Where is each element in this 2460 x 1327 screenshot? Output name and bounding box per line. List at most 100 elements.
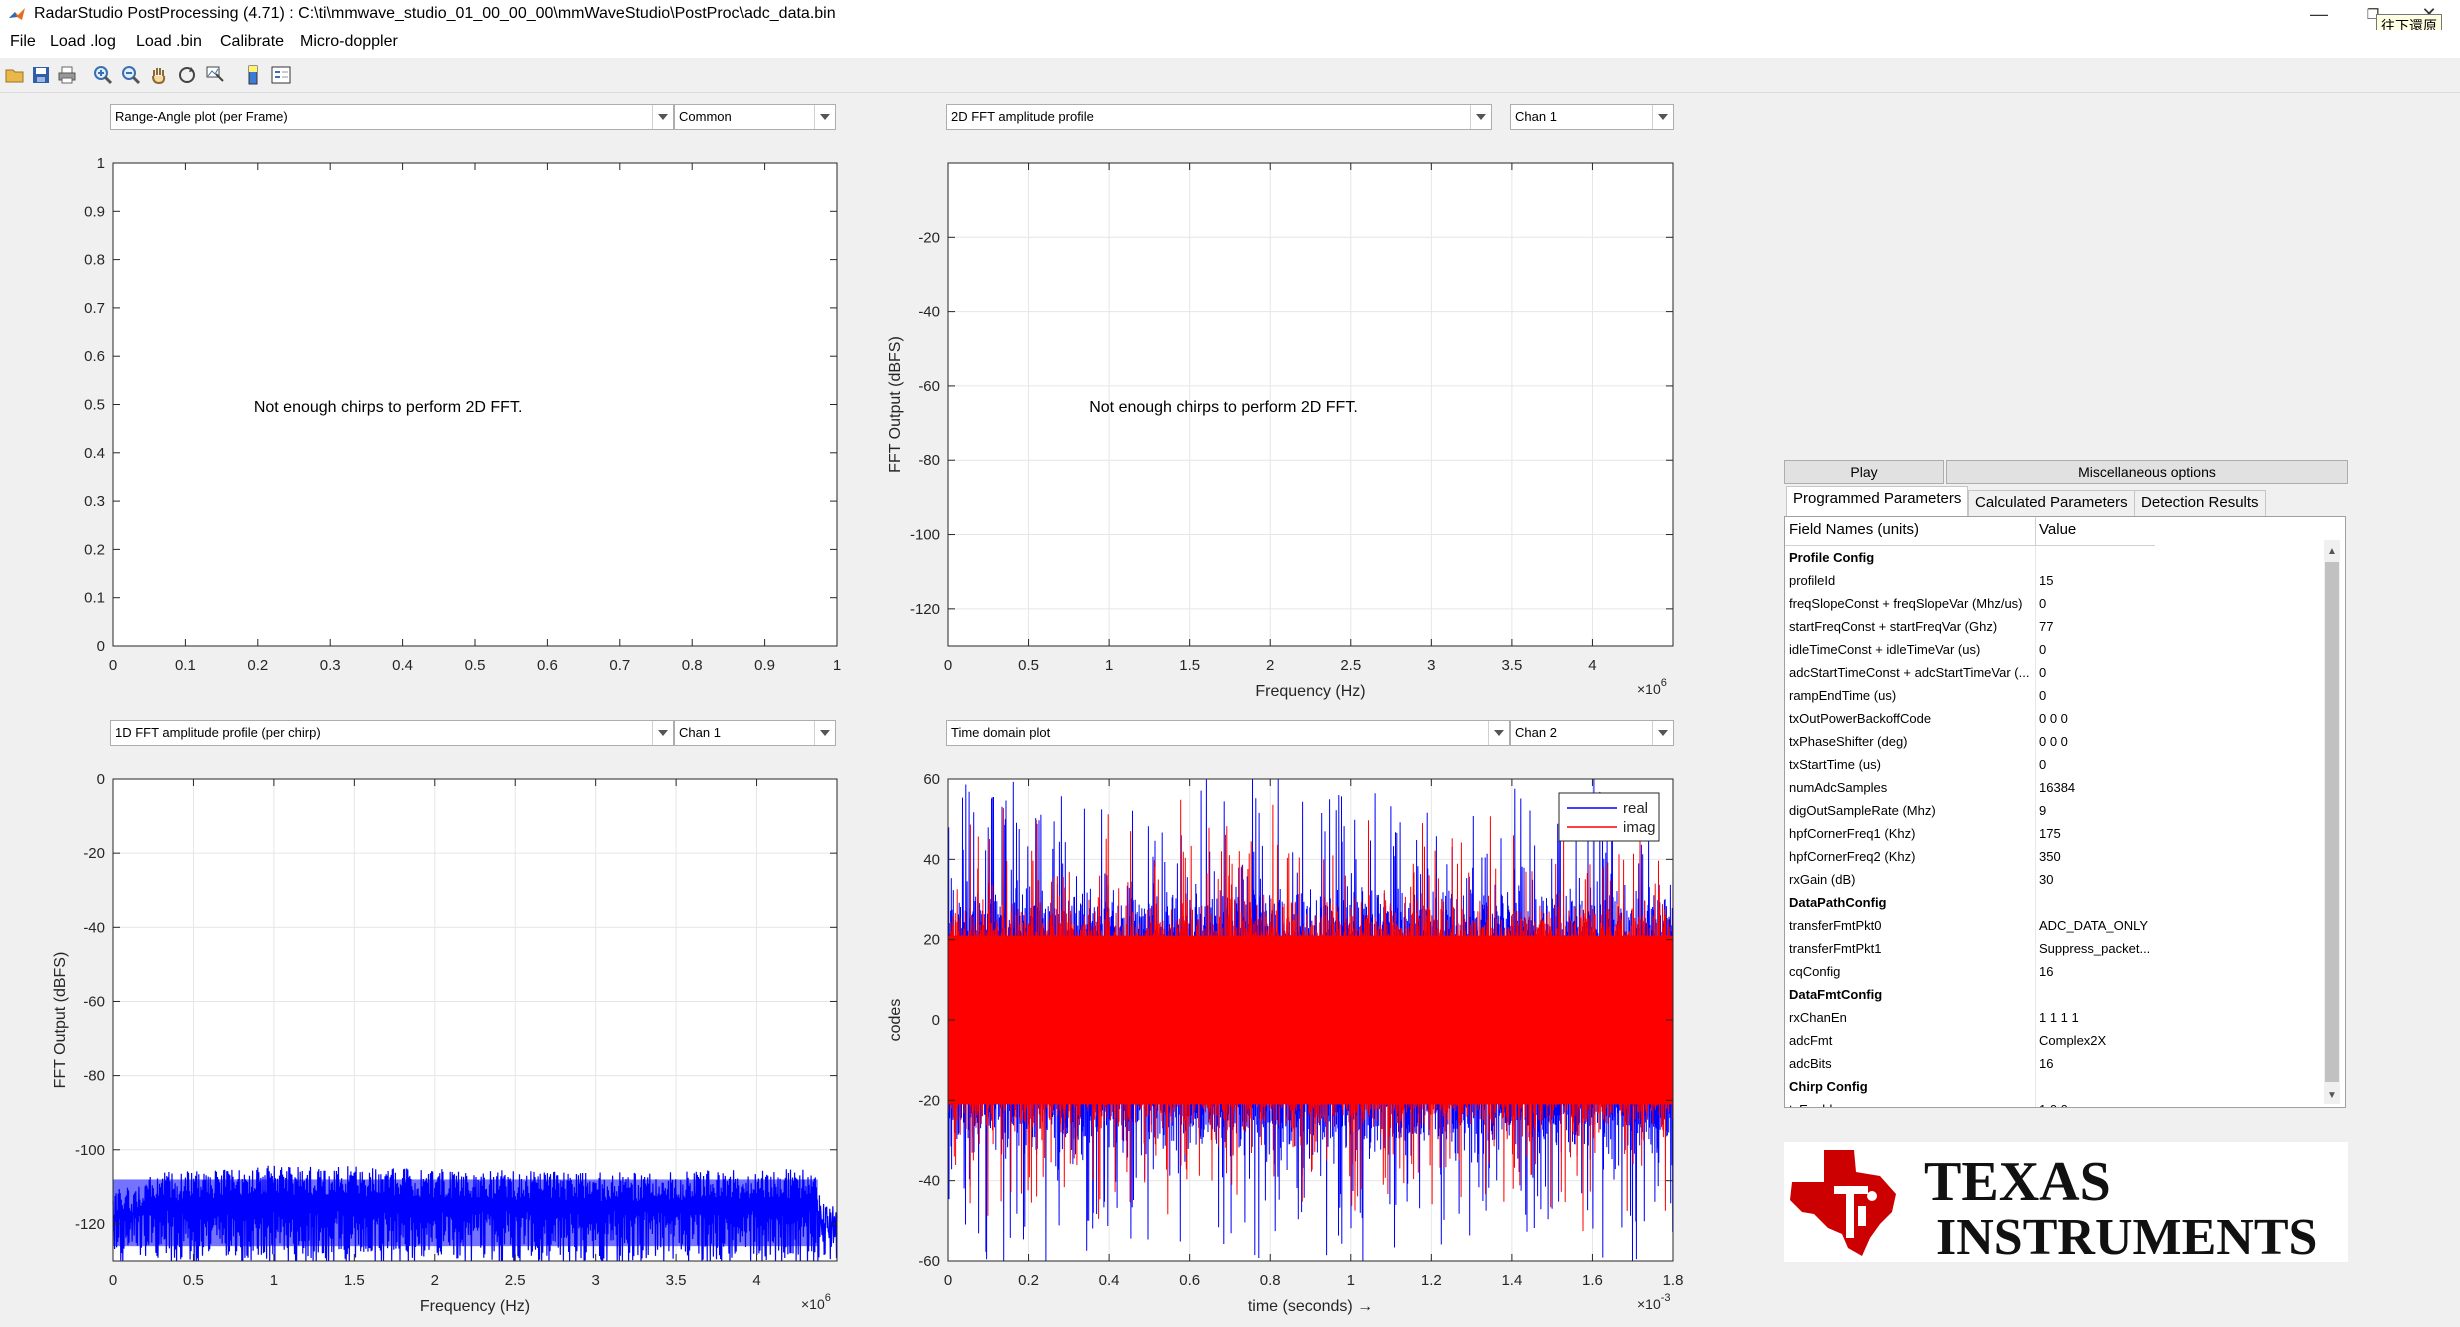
table-row[interactable]: adcStartTimeConst + adcStartTimeVar (...… — [1785, 661, 2155, 684]
x-tick-label: 3 — [591, 1272, 599, 1289]
x-tick-label: 0.8 — [682, 657, 703, 674]
x-axis-exponent: ×10-3 — [1637, 1292, 1671, 1312]
table-row[interactable]: adcBits 16 — [1785, 1052, 2155, 1075]
x-tick-label: 0.2 — [247, 657, 268, 674]
time-domain-plot[interactable]: real imag 0 0.2 0.4 0.6 0.8 1 1.2 1.4 1.6 1.8 60 40 20… — [887, 771, 1683, 1315]
value-cell[interactable]: 0 — [2039, 665, 2153, 680]
y-tick-label: 60 — [923, 771, 940, 788]
value-cell[interactable]: 16 — [2039, 1056, 2153, 1071]
table-row[interactable]: txOutPowerBackoffCode 0 0 0 — [1785, 707, 2155, 730]
tab-calculated-parameters[interactable]: Calculated Parameters — [1968, 490, 2135, 516]
y-tick-label: 0 — [932, 1012, 940, 1029]
x-tick-label: 1.5 — [344, 1272, 365, 1289]
y-tick-label: -120 — [910, 601, 940, 618]
value-cell[interactable]: 0 — [2039, 688, 2153, 703]
value-cell[interactable]: Suppress_packet... — [2039, 941, 2153, 956]
value-cell[interactable]: 16 — [2039, 964, 2153, 979]
table-row[interactable]: rxGain (dB) 30 — [1785, 868, 2155, 891]
x-tick-label: 0.6 — [537, 657, 558, 674]
no-data-message: Not enough chirps to perform 2D FFT. — [1089, 399, 1358, 416]
field-name-cell: txPhaseShifter (deg) — [1789, 734, 1908, 749]
play-button[interactable]: Play — [1784, 460, 1944, 484]
table-row[interactable]: profileId 15 — [1785, 569, 2155, 592]
value-cell[interactable]: 15 — [2039, 573, 2153, 588]
col-field-names[interactable]: Field Names (units) — [1789, 521, 1919, 538]
y-tick-label: 40 — [923, 851, 940, 868]
scroll-down-icon[interactable]: ▼ — [2327, 1090, 2337, 1101]
value-cell[interactable]: 0 0 0 — [2039, 734, 2153, 749]
value-cell[interactable]: 9 — [2039, 803, 2153, 818]
table-row[interactable]: hpfCornerFreq2 (Khz) 350 — [1785, 845, 2155, 868]
value-cell[interactable]: 0 0 0 — [2039, 711, 2153, 726]
table-row[interactable]: rampEndTime (us) 0 — [1785, 684, 2155, 707]
value-cell[interactable]: 0 — [2039, 596, 2153, 611]
scroll-up-icon[interactable]: ▲ — [2327, 546, 2337, 557]
table-section-row[interactable]: Chirp Config — [1785, 1075, 2155, 1098]
field-name-cell: profileId — [1789, 573, 1836, 588]
value-cell[interactable]: 0 — [2039, 642, 2153, 657]
fft2d-amplitude-plot[interactable]: 0 0.5 1 1.5 2 2.5 3 3.5 4 -20 -40 -60 -80 -100 -120 Fre… — [887, 162, 1674, 700]
x-tick-label: 1.5 — [1179, 657, 1200, 674]
field-name-cell: digOutSampleRate (Mhz) — [1789, 803, 1936, 818]
field-name-cell: txEnable — [1789, 1102, 2029, 1107]
field-name-cell: freqSlopeConst + freqSlopeVar (Mhz/us) — [1789, 596, 2023, 611]
table-row[interactable]: transferFmtPkt0 ADC_DATA_ONLY — [1785, 914, 2155, 937]
table-section-row[interactable]: DataPathConfig — [1785, 891, 2155, 914]
y-tick-label: 0.8 — [84, 252, 105, 269]
field-name-cell: hpfCornerFreq2 (Khz) — [1789, 849, 1916, 864]
value-cell[interactable]: 350 — [2039, 849, 2153, 864]
y-tick-label: 0.1 — [84, 590, 105, 607]
tab-programmed-parameters[interactable]: Programmed Parameters — [1786, 486, 1969, 516]
y-tick-label: -80 — [918, 452, 940, 469]
value-cell[interactable]: 30 — [2039, 872, 2153, 887]
value-cell[interactable]: 175 — [2039, 826, 2153, 841]
table-row[interactable]: txEnable 1 0 0 — [1785, 1098, 2155, 1107]
table-row[interactable]: rxChanEn 1 1 1 1 — [1785, 1006, 2155, 1029]
field-name-cell: rampEndTime (us) — [1789, 688, 1897, 703]
y-tick-label: -100 — [910, 527, 940, 544]
x-tick-label: 1 — [1347, 1272, 1355, 1289]
x-tick-label: 0.5 — [183, 1272, 204, 1289]
table-row[interactable]: hpfCornerFreq1 (Khz) 175 — [1785, 822, 2155, 845]
value-cell[interactable]: Complex2X — [2039, 1033, 2153, 1048]
table-row[interactable]: transferFmtPkt1 Suppress_packet... — [1785, 937, 2155, 960]
table-row[interactable]: cqConfig 16 — [1785, 960, 2155, 983]
table-row[interactable]: adcFmt Complex2X — [1785, 1029, 2155, 1052]
minimize-icon[interactable]: — — [2296, 0, 2342, 30]
scrollbar-thumb[interactable] — [2325, 562, 2339, 1082]
value-cell[interactable]: ADC_DATA_ONLY — [2039, 918, 2153, 933]
field-name-cell: adcStartTimeConst + adcStartTimeVar (... — [1789, 665, 2029, 680]
range-angle-plot[interactable]: 0 0.1 0.2 0.3 0.4 0.5 0.6 0.7 0.8 0.9 1 0 0.1 0.2 0.3 0… — [84, 155, 841, 674]
field-name-cell: adcBits — [1789, 1056, 1832, 1071]
value-cell[interactable]: 77 — [2039, 619, 2153, 634]
logo-line2: INSTRUMENTS — [1936, 1209, 2317, 1262]
value-cell[interactable]: 16384 — [2039, 780, 2153, 795]
table-row[interactable]: numAdcSamples 16384 — [1785, 776, 2155, 799]
x-tick-label: 1.8 — [1663, 1272, 1684, 1289]
misc-options-button[interactable]: Miscellaneous options — [1946, 460, 2348, 484]
y-tick-label: -100 — [75, 1142, 105, 1159]
table-row[interactable]: idleTimeConst + idleTimeVar (us) 0 — [1785, 638, 2155, 661]
table-section-row[interactable]: DataFmtConfig — [1785, 983, 2155, 1006]
x-tick-label: 0.1 — [175, 657, 196, 674]
table-row[interactable]: startFreqConst + startFreqVar (Ghz) 77 — [1785, 615, 2155, 638]
y-tick-label: 0.2 — [84, 541, 105, 558]
y-tick-label: -20 — [83, 845, 105, 862]
value-cell[interactable]: 1 0 0 — [2039, 1102, 2153, 1107]
table-row[interactable]: digOutSampleRate (Mhz) 9 — [1785, 799, 2155, 822]
table-section-row[interactable]: Profile Config — [1785, 546, 2155, 569]
table-row[interactable]: txPhaseShifter (deg) 0 0 0 — [1785, 730, 2155, 753]
x-axis-exponent: ×106 — [801, 1292, 831, 1312]
fft1d-amplitude-plot[interactable]: 0 0.5 1 1.5 2 2.5 3 3.5 4 0 -20 -40 -60 -80 -100 -120 Fr… — [52, 771, 838, 1315]
tab-detection-results[interactable]: Detection Results — [2134, 490, 2266, 516]
x-tick-label: 1.6 — [1582, 1272, 1603, 1289]
table-row[interactable]: freqSlopeConst + freqSlopeVar (Mhz/us) 0 — [1785, 592, 2155, 615]
parameters-table[interactable]: Field Names (units) Value Profile Config… — [1784, 516, 2346, 1108]
plot-canvas[interactable]: 0 0.1 0.2 0.3 0.4 0.5 0.6 0.7 0.8 0.9 1 0 0.1 0.2 0.3 0… — [0, 0, 1760, 1327]
y-tick-label: -60 — [918, 378, 940, 395]
value-cell[interactable]: 0 — [2039, 757, 2153, 772]
y-tick-label: 0 — [97, 771, 105, 788]
col-value[interactable]: Value — [2039, 521, 2076, 538]
table-row[interactable]: txStartTime (us) 0 — [1785, 753, 2155, 776]
value-cell[interactable]: 1 1 1 1 — [2039, 1010, 2153, 1025]
